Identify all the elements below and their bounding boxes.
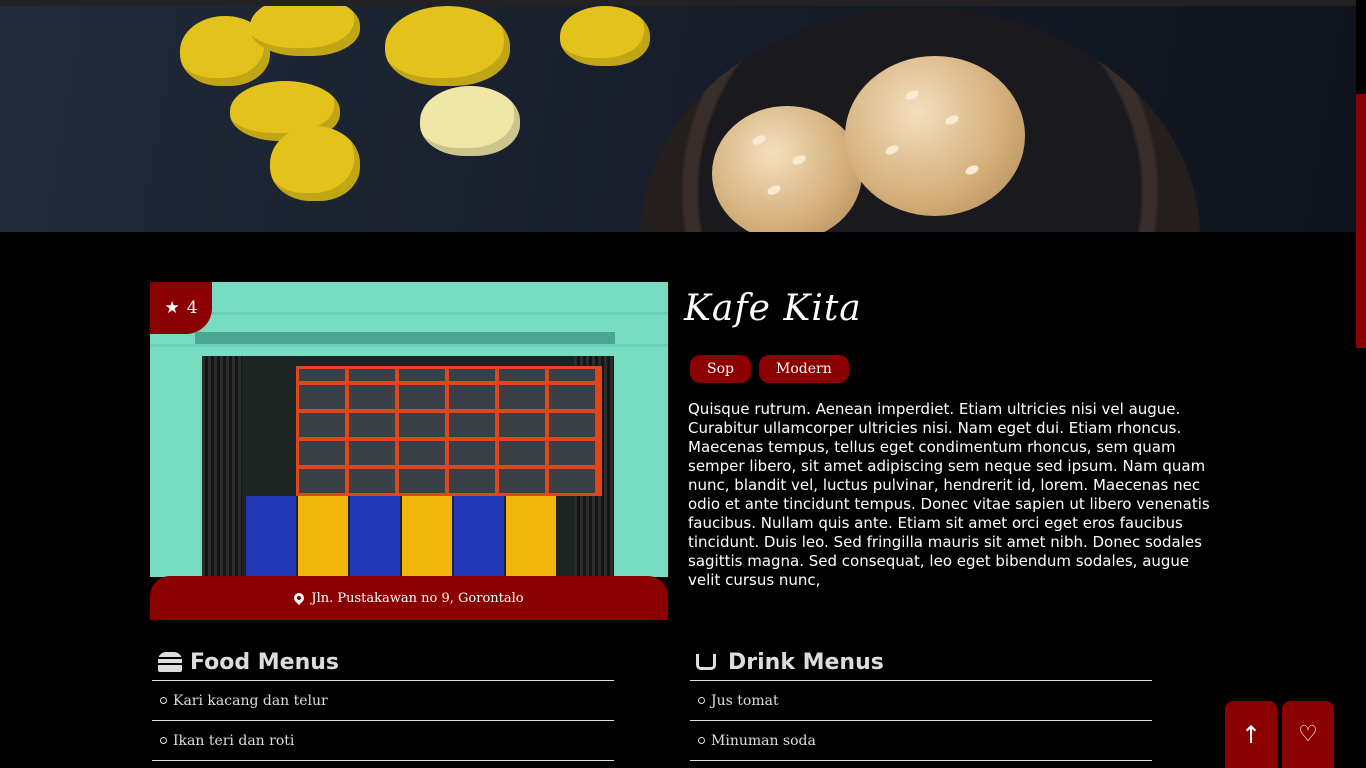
- coffee-cup-icon: [696, 652, 720, 672]
- star-icon: ★: [164, 298, 180, 318]
- shop-card: ★ 4 Jln. Pustakawan no 9, Gorontalo: [150, 282, 668, 620]
- favorite-button[interactable]: ♡: [1282, 701, 1334, 768]
- circle-bullet-icon: [160, 697, 167, 704]
- food-item-label: Kari kacang dan telur: [173, 692, 328, 709]
- tag-sop[interactable]: Sop: [690, 355, 751, 383]
- scroll-to-top-button[interactable]: ↑: [1225, 701, 1277, 768]
- drink-menu-item: Minuman soda: [690, 721, 1152, 761]
- circle-bullet-icon: [698, 697, 705, 704]
- food-menu: Food Menus Kari kacang dan telur Ikan te…: [152, 644, 614, 761]
- drink-item-label: Jus tomat: [711, 692, 779, 709]
- page-scrollbar[interactable]: [1356, 0, 1366, 768]
- arrow-up-icon: ↑: [1240, 720, 1262, 749]
- cafe-title: Kafe Kita: [684, 288, 862, 329]
- food-menu-header: Food Menus: [152, 644, 614, 681]
- drink-menu: Drink Menus Jus tomat Minuman soda: [690, 644, 1152, 761]
- cafe-description: Quisque rutrum. Aenean imperdiet. Etiam …: [688, 400, 1210, 589]
- map-pin-icon: [292, 590, 307, 606]
- food-menu-item: Ikan teri dan roti: [152, 721, 614, 761]
- food-menu-title: Food Menus: [190, 649, 340, 675]
- burger-icon: [158, 652, 182, 672]
- storefront-photo: [150, 282, 668, 577]
- drink-menu-title: Drink Menus: [728, 649, 884, 675]
- drink-menu-item: Jus tomat: [690, 681, 1152, 721]
- tag-modern[interactable]: Modern: [758, 355, 849, 383]
- address-bar: Jln. Pustakawan no 9, Gorontalo: [150, 576, 668, 620]
- hero-banner-image: [0, 6, 1356, 232]
- food-menu-item: Kari kacang dan telur: [152, 681, 614, 721]
- scrollbar-thumb[interactable]: [1356, 94, 1366, 348]
- drink-menu-header: Drink Menus: [690, 644, 1152, 681]
- address-text: Jln. Pustakawan no 9, Gorontalo: [311, 590, 524, 606]
- tag-list: Sop Modern: [690, 355, 849, 383]
- heart-icon: ♡: [1298, 722, 1318, 747]
- rating-value: 4: [186, 298, 198, 318]
- rating-badge: ★ 4: [150, 282, 212, 334]
- circle-bullet-icon: [698, 737, 705, 744]
- circle-bullet-icon: [160, 737, 167, 744]
- drink-item-label: Minuman soda: [711, 732, 816, 749]
- food-item-label: Ikan teri dan roti: [173, 732, 295, 749]
